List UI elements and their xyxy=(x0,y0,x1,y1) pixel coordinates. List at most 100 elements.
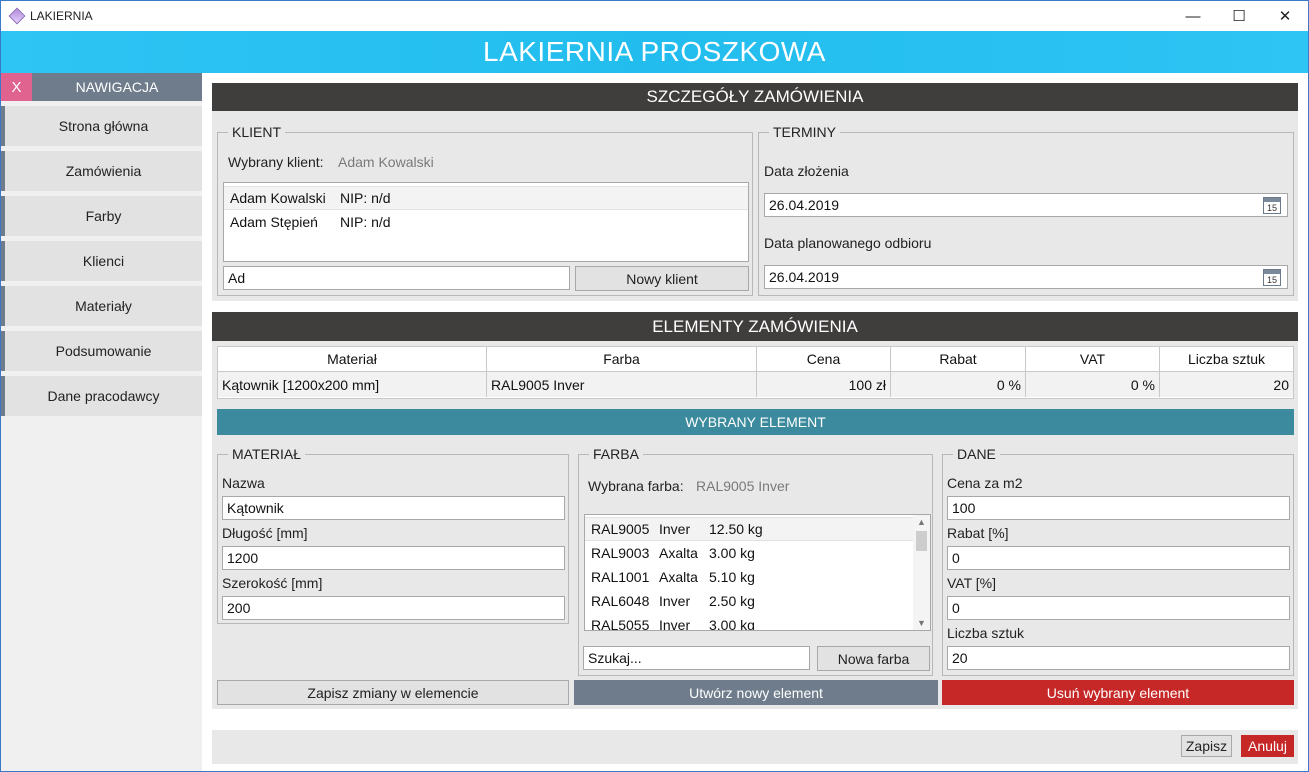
sidebar-item-orders[interactable]: Zamówienia xyxy=(1,151,202,191)
nav-title: NAWIGACJA xyxy=(32,73,202,101)
details-panel: KLIENT Wybrany klient: Adam Kowalski Ada… xyxy=(212,111,1298,301)
paint-search-input[interactable]: Szukaj... xyxy=(583,646,810,670)
elements-table: Materiał Farba Cena Rabat VAT Liczba szt… xyxy=(217,346,1294,399)
count-label: Liczba sztuk xyxy=(947,625,1025,641)
client-group: KLIENT Wybrany klient: Adam Kowalski Ada… xyxy=(217,124,753,296)
list-item[interactable]: RAL5055 Inver 3.00 kg xyxy=(585,613,930,630)
table-cell: 100 zł xyxy=(757,372,891,397)
column-header[interactable]: Farba xyxy=(487,347,757,372)
table-cell: RAL9005 Inver xyxy=(487,372,757,397)
new-paint-button[interactable]: Nowa farba xyxy=(817,646,930,671)
save-button[interactable]: Zapisz xyxy=(1181,735,1232,757)
sidebar-item-clients[interactable]: Klienci xyxy=(1,241,202,281)
new-client-button[interactable]: Nowy klient xyxy=(575,266,749,291)
footer-bar: Zapisz Anuluj xyxy=(212,730,1298,764)
sidebar-item-materials[interactable]: Materiały xyxy=(1,286,202,326)
table-row[interactable]: Kątownik [1200x200 mm] RAL9005 Inver 100… xyxy=(218,372,1293,397)
list-item[interactable]: RAL9003 Axalta 3.00 kg xyxy=(585,541,930,565)
table-cell: 0 % xyxy=(1026,372,1160,397)
header-title: LAKIERNIA PROSZKOWA xyxy=(483,36,826,67)
app-header: LAKIERNIA PROSZKOWA xyxy=(1,31,1308,73)
selected-client-label: Wybrany klient: xyxy=(228,154,324,170)
client-legend: KLIENT xyxy=(228,124,286,140)
nav-close-button[interactable]: X xyxy=(1,73,32,101)
price-label: Cena za m2 xyxy=(947,475,1023,491)
paint-group: FARBA Wybrana farba: RAL9005 Inver RAL90… xyxy=(578,446,933,676)
app-window: LAKIERNIA — ☐ ✕ LAKIERNIA PROSZKOWA X NA… xyxy=(0,0,1309,772)
material-width-input[interactable]: 200 xyxy=(222,596,565,620)
list-item[interactable]: Adam Stępień NIP: n/d xyxy=(224,210,748,234)
sidebar: X NAWIGACJA Strona główna Zamówienia Far… xyxy=(1,73,202,771)
list-item[interactable]: Adam Kowalski NIP: n/d xyxy=(224,186,748,210)
minimize-icon[interactable]: — xyxy=(1170,1,1216,31)
material-name-input[interactable]: Kątownik xyxy=(222,496,565,520)
sidebar-item-summary[interactable]: Podsumowanie xyxy=(1,331,202,371)
paint-list-scrollbar[interactable]: ▲ ▼ xyxy=(913,515,930,630)
discount-input[interactable]: 0 xyxy=(947,546,1290,570)
main-content: SZCZEGÓŁY ZAMÓWIENIA KLIENT Wybrany klie… xyxy=(202,73,1308,771)
create-element-button[interactable]: Utwórz nowy element xyxy=(574,680,938,705)
count-input[interactable]: 20 xyxy=(947,646,1290,670)
client-search-input[interactable]: Ad xyxy=(223,266,570,290)
scroll-thumb[interactable] xyxy=(916,531,927,551)
material-width-label: Szerokość [mm] xyxy=(222,575,323,591)
pickup-date-value: 26.04.2019 xyxy=(769,269,840,285)
table-cell: Kątownik [1200x200 mm] xyxy=(218,372,487,397)
order-date-field[interactable]: 26.04.2019 15 xyxy=(764,193,1288,217)
material-length-input[interactable]: 1200 xyxy=(222,546,565,570)
save-element-button[interactable]: Zapisz zmiany w elemencie xyxy=(217,680,569,705)
pickup-date-label: Data planowanego odbioru xyxy=(764,235,932,251)
title-bar: LAKIERNIA — ☐ ✕ xyxy=(1,1,1308,31)
sidebar-item-employer[interactable]: Dane pracodawcy xyxy=(1,376,202,416)
data-legend: DANE xyxy=(953,446,1000,462)
data-group: DANE Cena za m2 100 Rabat [%] 0 VAT [%] … xyxy=(942,446,1294,676)
scroll-up-icon[interactable]: ▲ xyxy=(913,515,930,529)
table-cell: 20 xyxy=(1160,372,1293,397)
material-group: MATERIAŁ Nazwa Kątownik Długość [mm] 120… xyxy=(217,446,569,624)
sidebar-item-home[interactable]: Strona główna xyxy=(1,106,202,146)
terms-group: TERMINY Data złożenia 26.04.2019 15 Data… xyxy=(758,124,1294,296)
column-header[interactable]: Rabat xyxy=(891,347,1026,372)
selected-client-value: Adam Kowalski xyxy=(338,154,434,170)
column-header[interactable]: Cena xyxy=(757,347,891,372)
column-header[interactable]: VAT xyxy=(1026,347,1160,372)
table-cell: 0 % xyxy=(891,372,1026,397)
window-title: LAKIERNIA xyxy=(30,9,93,23)
calendar-icon[interactable]: 15 xyxy=(1263,269,1281,286)
delete-element-button[interactable]: Usuń wybrany element xyxy=(942,680,1294,705)
elements-panel: Materiał Farba Cena Rabat VAT Liczba szt… xyxy=(212,341,1298,709)
scroll-down-icon[interactable]: ▼ xyxy=(913,616,930,630)
app-diamond-icon xyxy=(8,7,26,25)
close-window-icon[interactable]: ✕ xyxy=(1262,1,1308,31)
list-item[interactable]: RAL6048 Inver 2.50 kg xyxy=(585,589,930,613)
terms-legend: TERMINY xyxy=(769,124,840,140)
calendar-icon[interactable]: 15 xyxy=(1263,197,1281,214)
pickup-date-field[interactable]: 26.04.2019 15 xyxy=(764,265,1288,289)
table-header: Materiał Farba Cena Rabat VAT Liczba szt… xyxy=(218,347,1293,372)
elements-title: ELEMENTY ZAMÓWIENIA xyxy=(212,312,1298,341)
vat-label: VAT [%] xyxy=(947,575,997,591)
list-item[interactable]: RAL9005 Inver 12.50 kg xyxy=(585,517,930,541)
material-length-label: Długość [mm] xyxy=(222,525,308,541)
order-date-label: Data złożenia xyxy=(764,163,849,179)
order-date-value: 26.04.2019 xyxy=(769,197,840,213)
material-name-label: Nazwa xyxy=(222,475,265,491)
price-input[interactable]: 100 xyxy=(947,496,1290,520)
sidebar-item-paints[interactable]: Farby xyxy=(1,196,202,236)
column-header[interactable]: Liczba sztuk xyxy=(1160,347,1293,372)
details-title: SZCZEGÓŁY ZAMÓWIENIA xyxy=(212,83,1298,111)
list-item[interactable]: RAL1001 Axalta 5.10 kg xyxy=(585,565,930,589)
client-list[interactable]: Adam Kowalski NIP: n/d Adam Stępień NIP:… xyxy=(223,182,749,262)
discount-label: Rabat [%] xyxy=(947,525,1009,541)
vat-input[interactable]: 0 xyxy=(947,596,1290,620)
maximize-icon[interactable]: ☐ xyxy=(1216,1,1262,31)
selected-paint-label: Wybrana farba: xyxy=(588,478,684,494)
column-header[interactable]: Materiał xyxy=(218,347,487,372)
paint-list[interactable]: RAL9005 Inver 12.50 kg RAL9003 Axalta 3.… xyxy=(584,514,931,631)
selected-element-title: WYBRANY ELEMENT xyxy=(217,409,1294,435)
paint-legend: FARBA xyxy=(589,446,643,462)
nav-header: X NAWIGACJA xyxy=(1,73,202,101)
cancel-button[interactable]: Anuluj xyxy=(1241,735,1294,757)
material-legend: MATERIAŁ xyxy=(228,446,305,462)
selected-paint-value: RAL9005 Inver xyxy=(696,478,790,494)
